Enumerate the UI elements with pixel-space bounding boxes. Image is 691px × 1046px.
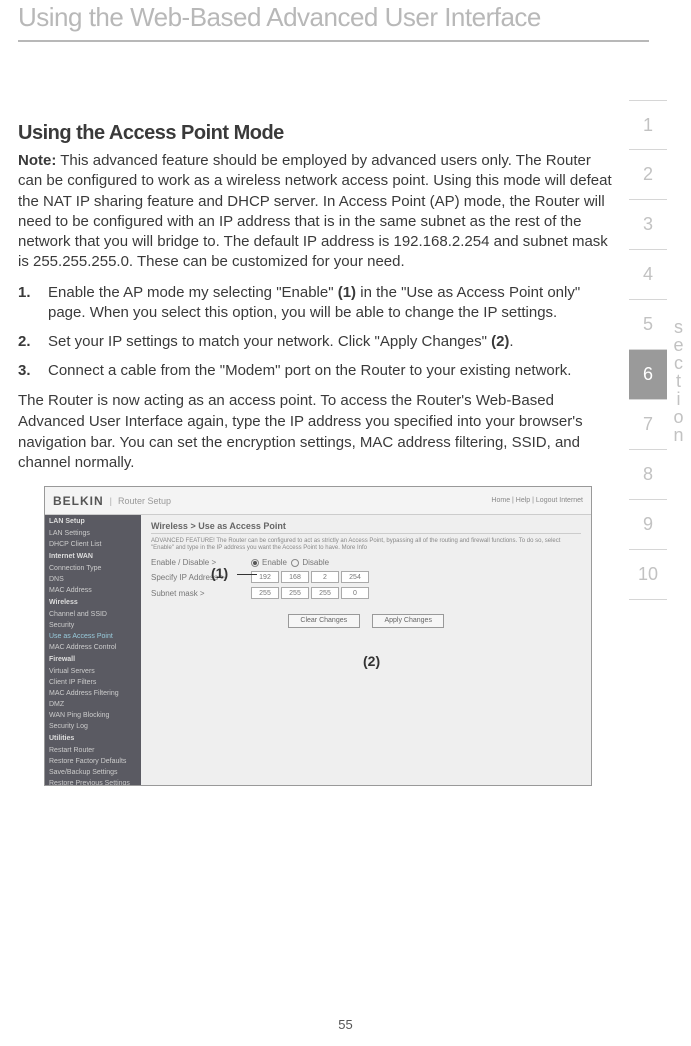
ss-side-item[interactable]: DHCP Client List [45,539,141,550]
ss-side-item[interactable]: Virtual Servers [45,666,141,677]
note-label: Note: [18,152,56,169]
ss-side-item[interactable]: Restart Router [45,745,141,756]
section-nav-3[interactable]: 3 [629,200,667,250]
section-heading: Using the Access Point Mode [18,122,618,145]
ss-side-item[interactable]: MAC Address [45,585,141,596]
page-number: 55 [0,1017,691,1032]
ss-side-head-wan: Internet WAN [45,550,141,563]
ss-brand-separator: | [110,496,112,506]
section-nav-1[interactable]: 1 [629,100,667,150]
ss-side-head-lan: LAN Setup [45,515,141,528]
ss-side-item-active[interactable]: Use as Access Point [45,631,141,642]
ss-mask-octet-3[interactable]: 255 [311,587,339,599]
ss-clear-changes-button[interactable]: Clear Changes [288,614,360,628]
ss-side-item[interactable]: Channel and SSID [45,609,141,620]
step-1: 1. Enable the AP mode my selecting "Enab… [18,283,618,324]
header-divider [18,40,649,42]
ss-brand: BELKIN [53,494,104,508]
page-header-title: Using the Web-Based Advanced User Interf… [18,0,691,33]
ss-radio-enable[interactable] [251,559,259,567]
step-3-pre: Connect a cable from the "Modem" port on… [48,362,571,379]
steps-list: 1. Enable the AP mode my selecting "Enab… [18,283,618,382]
step-3: 3. Connect a cable from the "Modem" port… [18,361,618,382]
ss-brand-sub: Router Setup [118,496,171,506]
ss-enable-text: Enable [262,558,287,567]
ss-side-item[interactable]: LAN Settings [45,528,141,539]
section-vertical-label: section [671,318,689,444]
ss-side-item[interactable]: DNS [45,574,141,585]
ss-main-panel: Wireless > Use as Access Point ADVANCED … [141,515,591,785]
callout-1-label: (1) [211,565,228,581]
section-nav-5[interactable]: 5 [629,300,667,350]
step-1-number: 1. [18,283,31,304]
ss-side-item[interactable]: Connection Type [45,563,141,574]
ss-ip-octet-4[interactable]: 254 [341,571,369,583]
step-1-ref: (1) [338,284,356,301]
step-3-number: 3. [18,361,31,382]
step-2-post: . [509,333,513,350]
ss-side-item[interactable]: DMZ [45,699,141,710]
ss-advanced-warning: ADVANCED FEATURE! The Router can be conf… [151,538,581,552]
ss-row-mask: Subnet mask > 255 255 255 0 [151,587,581,599]
section-nav-10[interactable]: 10 [629,550,667,600]
callout-2: (2) [363,653,380,669]
ss-breadcrumb: Wireless > Use as Access Point [151,521,581,534]
ss-top-links[interactable]: Home | Help | Logout Internet [491,497,583,504]
ss-topbar: BELKIN | Router Setup Home | Help | Logo… [45,487,591,515]
section-nav-9[interactable]: 9 [629,500,667,550]
ss-mask-octet-2[interactable]: 255 [281,587,309,599]
section-nav-6[interactable]: 6 [629,350,667,400]
ss-side-item[interactable]: Security Log [45,721,141,732]
note-body: This advanced feature should be employed… [18,152,612,270]
ss-mask-octet-4[interactable]: 0 [341,587,369,599]
step-1-pre: Enable the AP mode my selecting "Enable" [48,284,338,301]
ss-apply-changes-button[interactable]: Apply Changes [372,614,444,628]
note-paragraph: Note: This advanced feature should be em… [18,151,618,273]
closing-paragraph: The Router is now acting as an access po… [18,391,618,474]
step-2-number: 2. [18,332,31,353]
callout-1-line [237,574,257,575]
ss-side-item[interactable]: Restore Previous Settings [45,778,141,786]
ss-ip-octet-3[interactable]: 2 [311,571,339,583]
ss-side-item[interactable]: Client IP Filters [45,677,141,688]
section-nav: 1 2 3 4 5 6 7 8 9 10 [629,100,667,600]
ss-side-head-utilities: Utilities [45,732,141,745]
step-2-pre: Set your IP settings to match your netwo… [48,333,491,350]
ss-side-item[interactable]: Restore Factory Defaults [45,756,141,767]
section-nav-8[interactable]: 8 [629,450,667,500]
step-2-ref: (2) [491,333,509,350]
ss-disable-text: Disable [302,558,329,567]
ss-sidebar: LAN Setup LAN Settings DHCP Client List … [45,515,141,785]
ss-side-item[interactable]: Save/Backup Settings [45,767,141,778]
ss-enable-label: Enable / Disable > [151,558,251,567]
ss-side-item[interactable]: Security [45,620,141,631]
ss-ip-octet-2[interactable]: 168 [281,571,309,583]
ss-mask-octet-1[interactable]: 255 [251,587,279,599]
ss-ip-label: Specify IP Address > [151,573,251,582]
embedded-screenshot: BELKIN | Router Setup Home | Help | Logo… [44,486,592,786]
ss-side-head-wireless: Wireless [45,596,141,609]
ss-radio-disable[interactable] [291,559,299,567]
section-nav-4[interactable]: 4 [629,250,667,300]
callout-1: (1) [211,565,228,581]
ss-side-head-firewall: Firewall [45,653,141,666]
ss-side-item[interactable]: WAN Ping Blocking [45,710,141,721]
ss-side-item[interactable]: MAC Address Control [45,642,141,653]
section-nav-2[interactable]: 2 [629,150,667,200]
ss-button-row: Clear Changes Apply Changes [151,609,581,628]
ss-mask-label: Subnet mask > [151,589,251,598]
section-nav-7[interactable]: 7 [629,400,667,450]
main-content: Using the Access Point Mode Note: This a… [18,122,618,786]
step-2: 2. Set your IP settings to match your ne… [18,332,618,353]
ss-side-item[interactable]: MAC Address Filtering [45,688,141,699]
